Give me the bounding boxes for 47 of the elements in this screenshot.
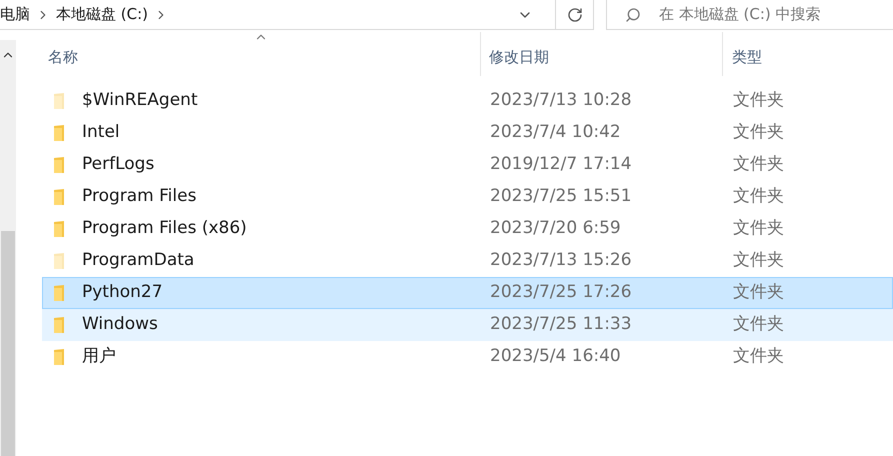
- file-type: 文件夹: [732, 345, 784, 368]
- modified-date: 2023/7/13 10:28: [489, 89, 633, 112]
- file-name: Program Files: [82, 185, 196, 208]
- file-name: Python27: [82, 281, 163, 304]
- file-type: 文件夹: [732, 249, 784, 272]
- refresh-icon[interactable]: [566, 6, 582, 22]
- modified-date: 2023/7/13 15:26: [489, 249, 633, 272]
- file-row[interactable]: Program Files 2023/7/25 15:51 文件夹: [42, 181, 893, 213]
- file-name: ProgramData: [82, 249, 194, 272]
- modified-date: 2023/5/4 16:40: [489, 345, 622, 368]
- file-type: 文件夹: [732, 281, 784, 304]
- file-type: 文件夹: [732, 121, 784, 144]
- modified-date: 2023/7/25 15:51: [489, 185, 633, 208]
- file-row[interactable]: PerfLogs 2019/12/7 17:14 文件夹: [42, 149, 893, 181]
- file-row[interactable]: Python27 2023/7/25 17:26 文件夹: [42, 277, 893, 309]
- column-header[interactable]: 类型: [723, 32, 893, 76]
- modified-date: 2023/7/25 11:33: [489, 313, 633, 336]
- modified-date: 2023/7/25 17:26: [489, 281, 633, 304]
- file-name: $WinREAgent: [82, 89, 198, 112]
- modified-date: 2019/12/7 17:14: [489, 153, 633, 176]
- file-row[interactable]: $WinREAgent 2023/7/13 10:28 文件夹: [42, 85, 893, 117]
- breadcrumb-item[interactable]: 电脑: [0, 3, 30, 26]
- file-type: 文件夹: [732, 313, 784, 336]
- search-field[interactable]: 在 本地磁盘 (C:) 中搜索: [659, 3, 879, 26]
- file-name: 用户: [82, 345, 116, 368]
- search-icon: [625, 6, 641, 22]
- scroll-thumb[interactable]: [1, 231, 15, 456]
- column-header[interactable]: 名称: [42, 32, 481, 76]
- file-name: PerfLogs: [82, 153, 154, 176]
- file-row[interactable]: Windows 2023/7/25 11:33 文件夹: [42, 309, 893, 341]
- file-type: 文件夹: [732, 185, 784, 208]
- file-type: 文件夹: [732, 153, 784, 176]
- breadcrumb-item[interactable]: 本地磁盘 (C:): [56, 3, 148, 26]
- scrollbar[interactable]: [0, 40, 16, 456]
- file-type: 文件夹: [732, 89, 784, 112]
- file-row[interactable]: 用户 2023/5/4 16:40 文件夹: [42, 341, 893, 373]
- file-name: Intel: [82, 121, 120, 144]
- file-type: 文件夹: [732, 217, 784, 240]
- file-name: Program Files (x86): [82, 217, 247, 240]
- file-row[interactable]: Program Files (x86) 2023/7/20 6:59 文件夹: [42, 213, 893, 245]
- file-row[interactable]: ProgramData 2023/7/13 15:26 文件夹: [42, 245, 893, 277]
- file-row[interactable]: Intel 2023/7/4 10:42 文件夹: [42, 117, 893, 149]
- modified-date: 2023/7/20 6:59: [489, 217, 622, 240]
- column-header[interactable]: 修改日期: [481, 32, 723, 76]
- file-name: Windows: [82, 313, 158, 336]
- address-bar[interactable]: 电脑 本地磁盘 (C:): [0, 0, 594, 30]
- modified-date: 2023/7/4 10:42: [489, 121, 622, 144]
